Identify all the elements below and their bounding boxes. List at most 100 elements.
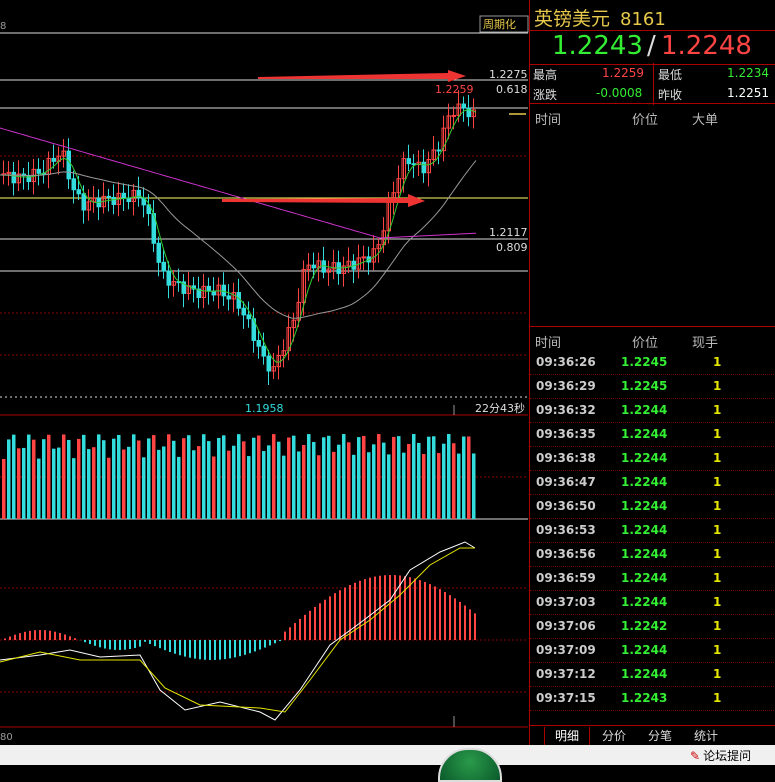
volume-bar [152,435,156,519]
tick-time: 09:37:12 [536,667,596,681]
float-widget[interactable] [438,748,502,782]
tick-row: 09:36:501.22441 [530,494,775,519]
volume-bar [127,447,131,519]
tick-price: 1.2244 [621,475,667,489]
ticks-col-price: 价位 [632,332,658,351]
volume-bar [402,453,406,519]
candle [27,162,31,190]
macd-bar [199,640,201,659]
tick-price: 1.2245 [621,355,667,369]
macd-bar [144,640,146,642]
macd-bar [389,575,391,640]
tab-stats[interactable]: 统计 [684,727,728,745]
tick-row: 09:36:531.22441 [530,518,775,543]
macd-bar [164,640,166,650]
candle [87,189,91,220]
volume-bar [222,435,226,519]
tick-row: 09:37:151.22431 [530,686,775,711]
macd-bar [234,640,236,657]
tick-volume: 1 [713,475,721,489]
tick-price: 1.2244 [621,523,667,537]
macd-bar [84,640,86,642]
candle [92,186,96,213]
tab-price-dist[interactable]: 分价 [592,727,636,745]
kline-chart[interactable]: 周期化 1.2275 0.618 1.2259 1.2117 0.809 1.1… [0,0,530,745]
volume-bar [297,451,301,519]
tab-detail[interactable]: 明细 [544,727,590,746]
macd-bar [19,633,21,640]
candle [247,301,251,327]
macd-bar [24,632,26,640]
tick-time: 09:36:47 [536,475,596,489]
macd-bar [59,633,61,640]
macd-dea-line [0,548,475,712]
volume-bar [337,445,341,519]
candle [332,250,336,279]
tick-price: 1.2243 [621,691,667,705]
volume-bar [232,446,236,519]
volume-bar [142,457,146,519]
macd-bar [274,640,276,643]
volume-bar [317,455,321,519]
macd-bar [49,631,51,640]
macd-bar [394,575,396,640]
macd-bar [409,577,411,640]
tick-volume: 1 [713,667,721,681]
volume-bar [97,434,101,519]
macd-bar [319,603,321,640]
tick-time: 09:37:09 [536,643,596,657]
low-marker: 1.1958 [245,402,284,415]
macd-bar [269,640,271,645]
macd-bar [34,630,36,640]
candle [327,261,331,286]
macd-bar [374,577,376,640]
tick-price: 1.2244 [621,427,667,441]
volume-bar [262,451,266,519]
tick-volume: 1 [713,427,721,441]
macd-bar [254,640,256,651]
candle [372,235,376,270]
tick-price: 1.2244 [621,451,667,465]
section-divider [530,326,775,327]
volume-bar [102,440,106,519]
tick-row: 09:36:591.22441 [530,566,775,591]
prev-close-value: 1.2251 [727,86,769,100]
macd-bar [44,630,46,640]
candle [142,187,146,217]
macd-bar [424,582,426,640]
candle [2,160,6,184]
forum-link[interactable]: ✎论坛提问 [690,747,751,764]
volume-bar [82,435,86,519]
candle [472,98,476,128]
tab-tick[interactable]: 分笔 [638,727,682,745]
macd-bar [214,640,216,660]
macd-bar [119,640,121,650]
stats-divider [653,63,654,105]
macd-bar [459,602,461,640]
tick-row: 09:36:291.22451 [530,374,775,399]
macd-bar [314,607,316,640]
volume-bar [382,443,386,519]
tick-time: 09:36:53 [536,523,596,537]
volume-bar [272,434,276,519]
ma-fast-line [0,110,476,362]
volume-bar [442,444,446,519]
candle [442,116,446,162]
low-value: 1.2234 [727,66,769,80]
macd-bar [359,581,361,640]
volume-bar [162,446,166,519]
macd-bar [4,638,6,640]
macd-bar [159,640,161,648]
macd-bar [104,640,106,649]
volume-bar [22,448,26,519]
volume-bar [347,442,351,519]
candle [37,158,41,185]
macd-bar [219,640,221,660]
bid-ask-row: 1.2243 / 1.2248 [530,30,775,65]
macd-bar [229,640,231,658]
volume-bar [157,450,161,519]
volume-bar [172,441,176,519]
fib-top-label: 0.618 [496,83,528,96]
high-value: 1.2259 [602,66,644,80]
volume-bar [112,439,116,519]
